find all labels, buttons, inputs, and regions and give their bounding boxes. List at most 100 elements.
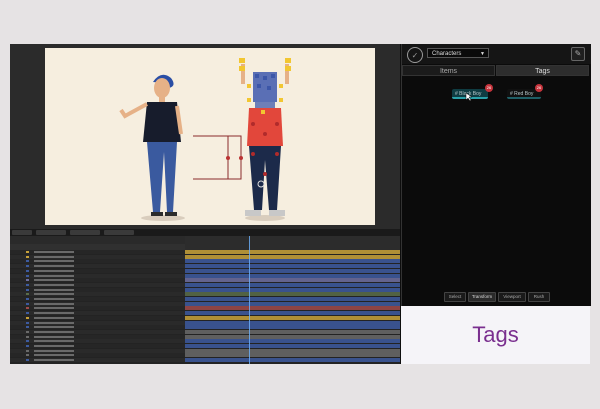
character-black-boy	[119, 74, 185, 221]
layer-name-placeholder	[34, 260, 74, 263]
layer-row[interactable]	[10, 315, 185, 320]
panel-header: ✓ Characters ▼ ✎	[402, 44, 591, 64]
layer-row[interactable]	[10, 348, 185, 353]
layer-row[interactable]	[10, 268, 185, 273]
layer-color-swatch	[26, 321, 29, 324]
layer-row[interactable]	[10, 339, 185, 344]
layer-bar[interactable]	[185, 264, 400, 269]
layer-bar[interactable]	[185, 311, 400, 316]
layer-color-swatch	[26, 326, 29, 329]
layer-bar[interactable]	[185, 259, 400, 264]
layer-name-placeholder	[34, 326, 74, 329]
timeline-tab[interactable]	[104, 230, 134, 235]
layer-row[interactable]	[10, 292, 185, 297]
layer-bar[interactable]	[185, 348, 400, 353]
layer-row[interactable]	[10, 254, 185, 259]
time-ruler[interactable]	[185, 236, 400, 250]
tab-tags[interactable]: Tags	[496, 65, 589, 76]
tags-panel: ✓ Characters ▼ ✎ Items Tags # Black Boy …	[401, 44, 591, 306]
layer-bar[interactable]	[185, 358, 400, 363]
layer-row[interactable]	[10, 264, 185, 269]
layer-color-swatch	[26, 283, 29, 286]
library-dropdown[interactable]: Characters ▼	[427, 48, 489, 58]
layer-row[interactable]	[10, 282, 185, 287]
layer-row[interactable]	[10, 259, 185, 264]
layer-row[interactable]	[10, 287, 185, 292]
character-red-boy	[239, 58, 291, 221]
timeline-tab[interactable]	[12, 230, 32, 235]
layer-row[interactable]	[10, 250, 185, 254]
layer-name-placeholder	[34, 316, 74, 319]
layer-bar[interactable]	[185, 329, 400, 334]
layer-row[interactable]	[10, 353, 185, 358]
layer-color-swatch	[26, 265, 29, 268]
layer-row[interactable]	[10, 358, 185, 363]
layer-row[interactable]	[10, 297, 185, 301]
playhead[interactable]	[249, 236, 250, 364]
layer-color-swatch	[26, 345, 29, 347]
layer-bar[interactable]	[185, 282, 400, 287]
layer-bar[interactable]	[185, 320, 400, 325]
layer-bar[interactable]	[185, 306, 400, 311]
layer-color-swatch	[26, 330, 29, 333]
layer-bar[interactable]	[185, 292, 400, 297]
layer-name-placeholder	[34, 283, 74, 286]
layer-bar[interactable]	[185, 301, 400, 306]
layer-row[interactable]	[10, 320, 185, 325]
layer-color-swatch	[26, 340, 29, 343]
layer-bar[interactable]	[185, 273, 400, 278]
tag-settings-icon[interactable]: ✎	[571, 47, 585, 61]
layer-row[interactable]	[10, 301, 185, 306]
layer-name-placeholder	[34, 265, 74, 268]
layer-bar[interactable]	[185, 334, 400, 339]
caption-box: Tags	[401, 306, 590, 364]
layer-bar[interactable]	[185, 287, 400, 292]
layer-bar[interactable]	[185, 250, 400, 254]
layer-name-placeholder	[34, 345, 74, 347]
tab-viewport[interactable]: Viewport	[498, 292, 526, 302]
layer-name-placeholder	[34, 302, 74, 305]
layer-color-swatch	[26, 316, 29, 319]
layer-row[interactable]	[10, 273, 185, 278]
layer-color-swatch	[26, 288, 29, 291]
tab-select[interactable]: Select	[444, 292, 466, 302]
layer-bar[interactable]	[185, 344, 400, 348]
timeline-tab[interactable]	[36, 230, 66, 235]
layer-row[interactable]	[10, 325, 185, 330]
layer-name-placeholder	[34, 359, 74, 362]
tab-rush[interactable]: Rush	[528, 292, 550, 302]
layer-bar[interactable]	[185, 325, 400, 330]
layer-color-swatch	[26, 349, 29, 352]
layer-color-swatch	[26, 260, 29, 263]
layer-bar[interactable]	[185, 353, 400, 358]
layer-bar[interactable]	[185, 268, 400, 273]
layer-row[interactable]	[10, 344, 185, 348]
timeline-tabs	[10, 229, 400, 236]
layer-bar[interactable]	[185, 315, 400, 320]
layer-bar[interactable]	[185, 278, 400, 283]
tab-transform[interactable]: Transform	[468, 292, 496, 302]
timeline-tab[interactable]	[70, 230, 100, 235]
layer-color-swatch	[26, 312, 29, 315]
tag-count-badge: 26	[485, 84, 493, 92]
layer-color-swatch	[26, 274, 29, 277]
layer-name-placeholder	[34, 307, 74, 310]
layer-color-swatch	[26, 335, 29, 338]
tab-items[interactable]: Items	[402, 65, 495, 76]
layer-name-placeholder	[34, 251, 74, 253]
layer-bar[interactable]	[185, 297, 400, 301]
layer-name-placeholder	[34, 340, 74, 343]
layer-row[interactable]	[10, 329, 185, 334]
layer-bar[interactable]	[185, 339, 400, 344]
layer-name-placeholder	[34, 349, 74, 352]
layer-row[interactable]	[10, 311, 185, 316]
layer-bar[interactable]	[185, 254, 400, 259]
layer-color-swatch	[26, 269, 29, 272]
composition-canvas[interactable]	[45, 48, 375, 225]
layer-color-swatch	[26, 307, 29, 310]
layer-row[interactable]	[10, 306, 185, 311]
panel-bottom-tabs: Select Transform Viewport Rush	[402, 292, 591, 302]
tag-label: # Red Boy	[510, 91, 534, 97]
layer-row[interactable]	[10, 278, 185, 283]
layer-row[interactable]	[10, 334, 185, 339]
